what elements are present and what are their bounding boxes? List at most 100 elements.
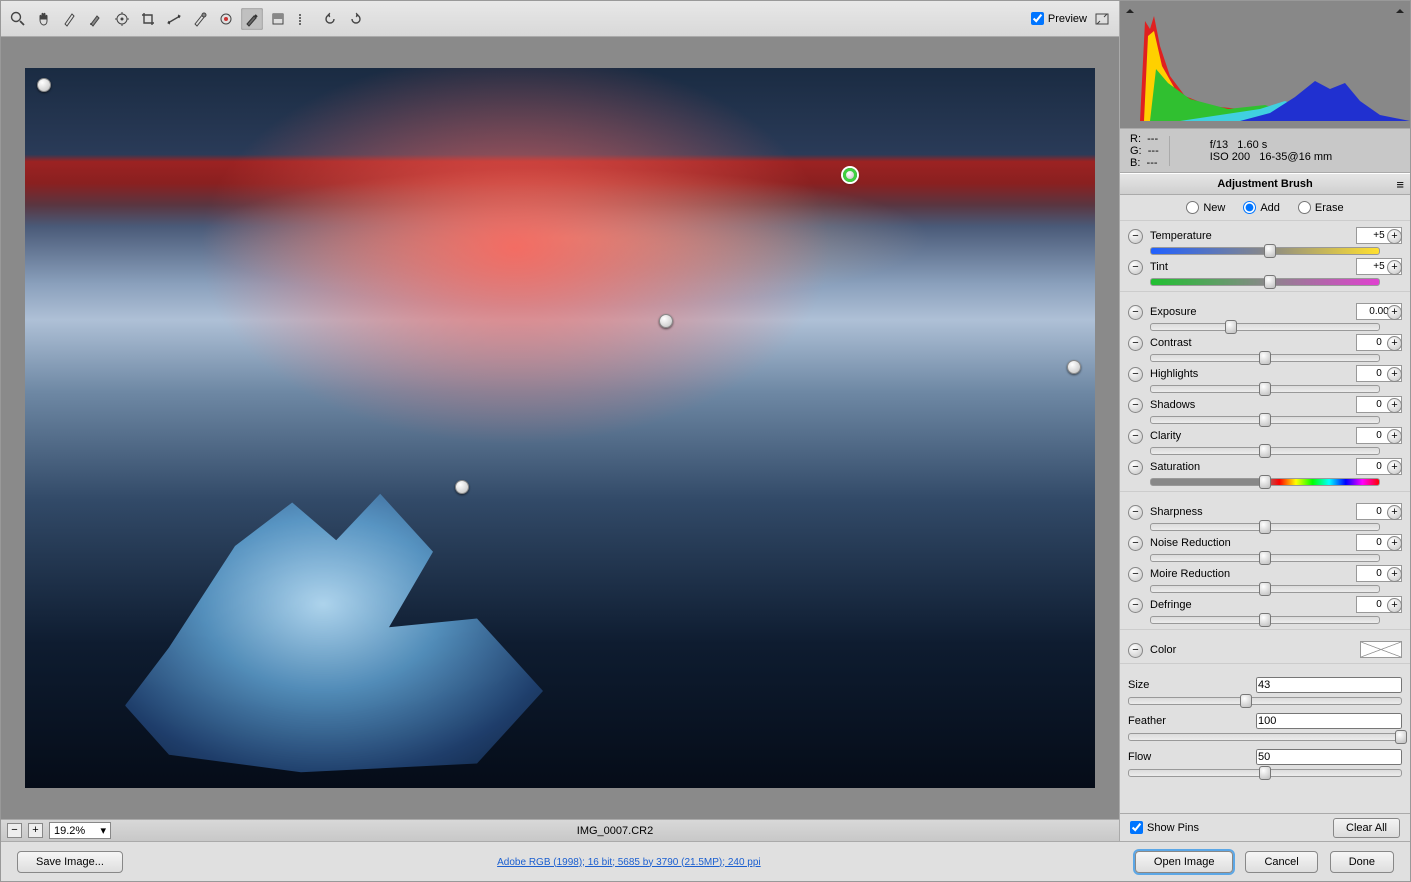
minus-button[interactable]: − — [1128, 460, 1143, 475]
targeted-adjust-tool-icon[interactable] — [111, 8, 133, 30]
minus-button[interactable]: − — [1128, 367, 1143, 382]
slider-track[interactable] — [1150, 478, 1380, 486]
fullscreen-icon[interactable] — [1091, 8, 1113, 30]
plus-button[interactable]: + — [1387, 505, 1402, 520]
slider-moire: − + Moire Reduction — [1128, 563, 1402, 594]
show-pins-checkbox[interactable]: Show Pins — [1130, 821, 1199, 834]
slider-track[interactable] — [1150, 354, 1380, 362]
toolbar: Preview — [1, 1, 1119, 37]
plus-button[interactable]: + — [1387, 429, 1402, 444]
radial-filter-tool-icon[interactable] — [293, 8, 315, 30]
plus-button[interactable]: + — [1387, 536, 1402, 551]
open-image-button[interactable]: Open Image — [1135, 851, 1234, 873]
slider-label: Moire Reduction — [1150, 568, 1230, 580]
plus-button[interactable]: + — [1387, 305, 1402, 320]
plus-button[interactable]: + — [1387, 460, 1402, 475]
white-balance-tool-icon[interactable] — [59, 8, 81, 30]
slider-label: Exposure — [1150, 306, 1196, 318]
plus-button[interactable]: + — [1387, 567, 1402, 582]
zoom-out-button[interactable]: − — [7, 823, 22, 838]
zoom-select[interactable]: 19.2%▾ — [49, 822, 111, 839]
plus-button[interactable]: + — [1387, 598, 1402, 613]
brush-track[interactable] — [1128, 697, 1402, 705]
done-button[interactable]: Done — [1330, 851, 1394, 873]
brush-flow: Flow — [1128, 745, 1402, 781]
slider-contrast: − + Contrast — [1128, 332, 1402, 363]
plus-button[interactable]: + — [1387, 336, 1402, 351]
adjustment-brush-tool-icon[interactable] — [241, 8, 263, 30]
slider-track[interactable] — [1150, 323, 1380, 331]
adjustment-pin[interactable] — [659, 314, 673, 328]
adjustment-pin[interactable] — [455, 480, 469, 494]
slider-label: Clarity — [1150, 430, 1181, 442]
minus-button[interactable]: − — [1128, 643, 1143, 658]
brush-track[interactable] — [1128, 733, 1402, 741]
minus-button[interactable]: − — [1128, 567, 1143, 582]
brush-label: Size — [1128, 679, 1149, 691]
brush-feather: Feather — [1128, 709, 1402, 745]
plus-button[interactable]: + — [1387, 229, 1402, 244]
slider-saturation: − + Saturation — [1128, 456, 1402, 487]
slider-track[interactable] — [1150, 554, 1380, 562]
adjustment-pin[interactable] — [37, 78, 51, 92]
rotate-cw-icon[interactable] — [345, 8, 367, 30]
slider-label: Saturation — [1150, 461, 1200, 473]
minus-button[interactable]: − — [1128, 336, 1143, 351]
color-swatch[interactable] — [1360, 641, 1402, 658]
slider-track[interactable] — [1150, 278, 1380, 286]
photo-preview[interactable] — [25, 68, 1095, 788]
straighten-tool-icon[interactable] — [163, 8, 185, 30]
panel-title: Adjustment Brush ≡ — [1120, 173, 1410, 195]
minus-button[interactable]: − — [1128, 536, 1143, 551]
graduated-filter-tool-icon[interactable] — [267, 8, 289, 30]
slider-track[interactable] — [1150, 247, 1380, 255]
minus-button[interactable]: − — [1128, 429, 1143, 444]
brush-value-input[interactable] — [1256, 749, 1402, 765]
spot-removal-tool-icon[interactable] — [189, 8, 211, 30]
profile-link[interactable]: Adobe RGB (1998); 16 bit; 5685 by 3790 (… — [497, 857, 761, 868]
slider-label: Defringe — [1150, 599, 1192, 611]
slider-track[interactable] — [1150, 385, 1380, 393]
clear-all-button[interactable]: Clear All — [1333, 818, 1400, 838]
mode-erase-radio[interactable]: Erase — [1298, 201, 1344, 214]
slider-track[interactable] — [1150, 585, 1380, 593]
slider-track[interactable] — [1150, 523, 1380, 531]
brush-value-input[interactable] — [1256, 677, 1402, 693]
plus-button[interactable]: + — [1387, 398, 1402, 413]
red-eye-tool-icon[interactable] — [215, 8, 237, 30]
slider-tint: − + Tint — [1128, 256, 1402, 287]
slider-defringe: − + Defringe — [1128, 594, 1402, 625]
zoom-tool-icon[interactable] — [7, 8, 29, 30]
hand-tool-icon[interactable] — [33, 8, 55, 30]
minus-button[interactable]: − — [1128, 229, 1143, 244]
color-sampler-tool-icon[interactable] — [85, 8, 107, 30]
mode-add-radio[interactable]: Add — [1243, 201, 1280, 214]
histogram[interactable]: R: --- G: --- B: --- f/13 1.60 s ISO 200… — [1120, 1, 1410, 173]
plus-button[interactable]: + — [1387, 260, 1402, 275]
slider-track[interactable] — [1150, 447, 1380, 455]
save-image-button[interactable]: Save Image... — [17, 851, 123, 873]
slider-track[interactable] — [1150, 416, 1380, 424]
minus-button[interactable]: − — [1128, 505, 1143, 520]
brush-mode-radios: New Add Erase — [1120, 195, 1410, 221]
plus-button[interactable]: + — [1387, 367, 1402, 382]
minus-button[interactable]: − — [1128, 398, 1143, 413]
slider-label: Temperature — [1150, 230, 1212, 242]
canvas[interactable] — [1, 37, 1119, 819]
mode-new-radio[interactable]: New — [1186, 201, 1225, 214]
adjustment-pin-active[interactable] — [843, 168, 857, 182]
adjustment-pin[interactable] — [1067, 360, 1081, 374]
cancel-button[interactable]: Cancel — [1245, 851, 1317, 873]
preview-checkbox[interactable]: Preview — [1031, 12, 1087, 25]
minus-button[interactable]: − — [1128, 305, 1143, 320]
minus-button[interactable]: − — [1128, 260, 1143, 275]
slider-shadows: − + Shadows — [1128, 394, 1402, 425]
brush-value-input[interactable] — [1256, 713, 1402, 729]
panel-menu-icon[interactable]: ≡ — [1396, 177, 1404, 192]
slider-track[interactable] — [1150, 616, 1380, 624]
crop-tool-icon[interactable] — [137, 8, 159, 30]
zoom-in-button[interactable]: + — [28, 823, 43, 838]
rotate-ccw-icon[interactable] — [319, 8, 341, 30]
minus-button[interactable]: − — [1128, 598, 1143, 613]
brush-track[interactable] — [1128, 769, 1402, 777]
